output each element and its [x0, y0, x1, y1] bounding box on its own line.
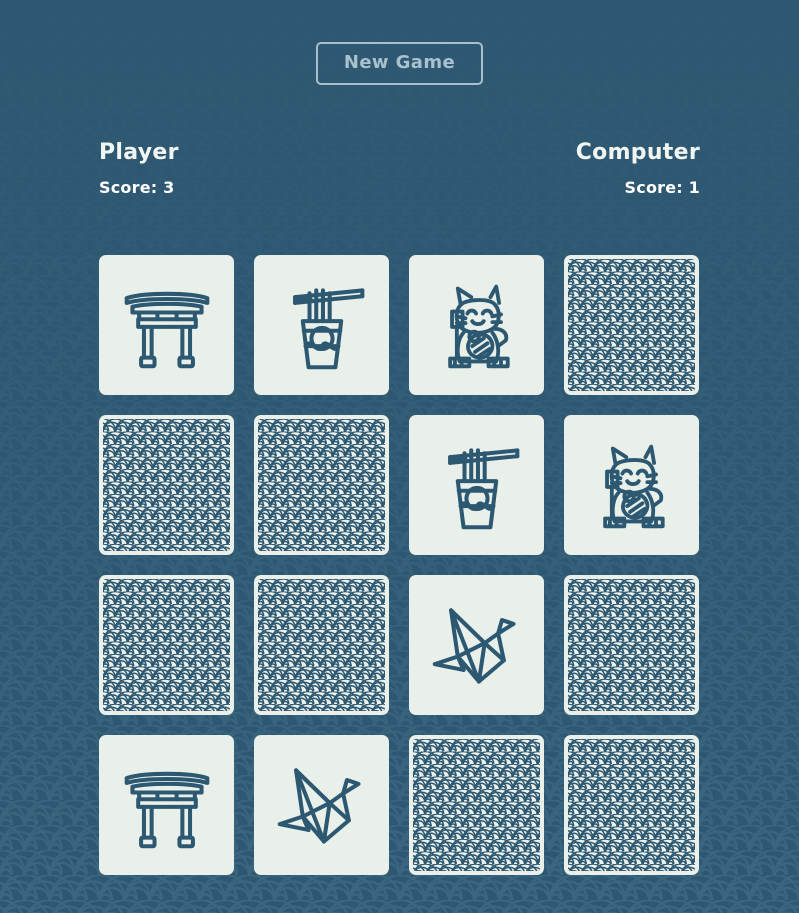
wave-pattern-icon [258, 579, 385, 711]
memory-card[interactable] [409, 255, 544, 395]
wave-pattern-icon [568, 259, 695, 391]
memory-game-app: New Game Player Score: 3 Computer Score:… [0, 0, 799, 913]
memory-card[interactable] [99, 415, 234, 555]
lucky-cat-icon [429, 275, 525, 375]
origami-crane-icon [274, 755, 370, 855]
wave-pattern-icon [258, 419, 385, 551]
lucky-cat-icon [584, 435, 680, 535]
wave-pattern-icon [103, 579, 230, 711]
memory-card[interactable] [99, 575, 234, 715]
computer-score-value: Score: 1 [624, 178, 700, 197]
wave-pattern-icon [568, 739, 695, 871]
memory-card[interactable] [254, 415, 389, 555]
memory-card[interactable] [99, 255, 234, 395]
origami-crane-icon [429, 595, 525, 695]
noodle-cup-icon [274, 275, 370, 375]
player-score-panel: Player Score: 3 [99, 140, 179, 197]
player-name-label: Player [99, 140, 179, 165]
torii-gate-icon [119, 275, 215, 375]
noodle-cup-icon [429, 435, 525, 535]
computer-score-panel: Computer Score: 1 [576, 140, 700, 197]
wave-pattern-icon [568, 579, 695, 711]
card-grid [99, 255, 700, 875]
memory-card[interactable] [254, 255, 389, 395]
memory-card[interactable] [254, 735, 389, 875]
memory-card[interactable] [409, 575, 544, 715]
torii-gate-icon [119, 755, 215, 855]
memory-card[interactable] [409, 415, 544, 555]
memory-card[interactable] [564, 575, 699, 715]
memory-card[interactable] [564, 255, 699, 395]
memory-card[interactable] [99, 735, 234, 875]
memory-card[interactable] [409, 735, 544, 875]
wave-pattern-icon [103, 419, 230, 551]
wave-pattern-icon [413, 739, 540, 871]
memory-card[interactable] [564, 735, 699, 875]
scoreboard: Player Score: 3 Computer Score: 1 [99, 140, 700, 197]
memory-card[interactable] [254, 575, 389, 715]
memory-card[interactable] [564, 415, 699, 555]
toolbar: New Game [0, 42, 799, 85]
new-game-button[interactable]: New Game [315, 42, 484, 85]
player-score-value: Score: 3 [99, 178, 175, 197]
computer-name-label: Computer [575, 140, 700, 165]
